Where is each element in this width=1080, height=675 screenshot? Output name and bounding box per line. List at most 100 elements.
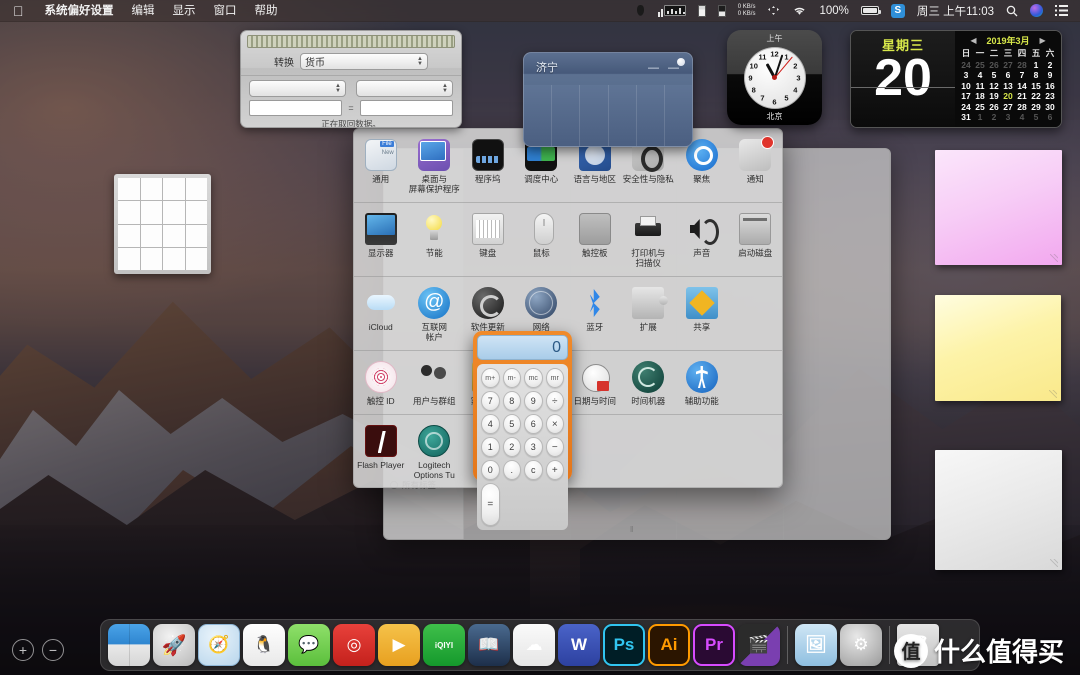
calendar-day-cell[interactable]: 16 [1043, 81, 1057, 92]
calendar-prev-month-button[interactable]: ◀ [970, 36, 976, 45]
sticky-note-yellow[interactable] [935, 295, 1061, 401]
calendar-day-cell[interactable]: 6 [1001, 70, 1015, 81]
sticky-note-resize-corner[interactable] [1050, 254, 1058, 262]
sogou-input-icon[interactable]: S [885, 0, 911, 22]
baidu-netdisk-icon[interactable]: ☁ [513, 624, 555, 666]
pref-pane-sound[interactable]: 声音 [675, 209, 729, 268]
calc-key-5[interactable]: 5 [502, 414, 521, 434]
calc-key-mr[interactable]: mr [545, 368, 564, 388]
calendar-day-cell[interactable]: 8 [1029, 70, 1043, 81]
tile-cell[interactable] [140, 178, 162, 201]
calendar-day-cell[interactable]: 3 [1001, 112, 1015, 123]
kindle-icon[interactable]: 📖 [468, 624, 510, 666]
pref-pane-general[interactable]: 通用 [354, 135, 408, 194]
cpu-meter-icon[interactable] [652, 0, 692, 22]
sticky-note-pink[interactable] [935, 150, 1062, 265]
pref-pane-displays[interactable]: 显示器 [354, 209, 408, 268]
launchpad-icon[interactable]: 🚀 [153, 624, 195, 666]
calendar-day-cell[interactable]: 22 [1029, 91, 1043, 102]
pref-pane-extensions[interactable]: 扩展 [622, 283, 676, 342]
pref-pane-keyboard[interactable]: 键盘 [461, 209, 515, 268]
calendar-day-cell[interactable]: 23 [1043, 91, 1057, 102]
sticky-note-white[interactable] [935, 450, 1062, 570]
calendar-day-cell[interactable]: 24 [959, 60, 973, 71]
tile-cell[interactable] [163, 224, 185, 247]
calendar-day-cell[interactable]: 27 [1001, 60, 1015, 71]
calendar-day-cell[interactable]: 28 [1015, 102, 1029, 113]
wps-office-icon[interactable]: W [558, 624, 600, 666]
calendar-day-cell[interactable]: 14 [1015, 81, 1029, 92]
calculator-keypad[interactable]: m+ m-mc mr 7 8 9 ÷ 4 5 6 × 1 2 3− 0. c + = [477, 364, 568, 530]
finder-icon[interactable] [108, 624, 150, 666]
calc-key-mc[interactable]: mc [524, 368, 543, 388]
calc-key-3[interactable]: 3 [524, 437, 543, 457]
converter-widget[interactable]: 转换 货币 ▲ ▼ ▲ ▼ ▲ ▼ = 正在取回数据。 [240, 30, 462, 128]
search-icon[interactable] [1000, 0, 1024, 22]
converter-to-amount-input[interactable] [359, 100, 454, 116]
pref-pane-desktop-screensaver[interactable]: 桌面与 屏幕保护程序 [408, 135, 462, 194]
calendar-day-cell[interactable]: 28 [1015, 60, 1029, 71]
premiere-pro-icon[interactable]: Pr [693, 624, 735, 666]
menu-item-view[interactable]: 显示 [164, 0, 205, 22]
calc-key-8[interactable]: 8 [502, 391, 521, 411]
finder-resize-grip[interactable]: ‖ [630, 525, 638, 534]
siri-icon[interactable] [1024, 0, 1049, 22]
converter-from-amount-input[interactable] [249, 100, 343, 116]
converter-to-dropdown[interactable]: ▲ ▼ [356, 80, 453, 97]
sticky-note-resize-corner[interactable] [1049, 390, 1057, 398]
pref-pane-logitech-options[interactable]: Logitech Options Tu [408, 421, 462, 480]
tile-cell[interactable] [140, 201, 162, 224]
calendar-day-cell[interactable]: 17 [959, 91, 973, 102]
calendar-day-cell[interactable]: 1 [1029, 60, 1043, 71]
calculator-widget[interactable]: 0 m+ m-mc mr 7 8 9 ÷ 4 5 6 × 1 2 3− 0. c + = [473, 331, 572, 530]
battery-icon[interactable] [855, 0, 885, 22]
dashboard-controls[interactable]: + − [12, 639, 64, 661]
calc-key-c[interactable]: c [524, 460, 543, 480]
calendar-day-cell[interactable]: 29 [1029, 102, 1043, 113]
sticky-note-resize-corner[interactable] [1050, 559, 1058, 567]
pref-pane-dock[interactable]: 程序坞 [461, 135, 515, 194]
calendar-day-cell[interactable]: 30 [1043, 102, 1057, 113]
calc-key-minus[interactable]: − [545, 437, 564, 457]
memory-meter-icon[interactable] [692, 0, 712, 22]
calendar-day-cell[interactable]: 19 [987, 91, 1001, 102]
tile-cell[interactable] [140, 224, 162, 247]
pref-pane-mouse[interactable]: 鼠标 [515, 209, 569, 268]
pref-pane-touch-id[interactable]: 触控 ID [354, 357, 408, 406]
calendar-day-cell[interactable]: 4 [973, 70, 987, 81]
apple-icon[interactable]:  [13, 4, 24, 18]
tile-cell[interactable] [163, 201, 185, 224]
calendar-day-cell[interactable]: 9 [1043, 70, 1057, 81]
calendar-day-cell[interactable]: 25 [973, 60, 987, 71]
pref-pane-accessibility[interactable]: 辅助功能 [675, 357, 729, 406]
tile-cell[interactable] [118, 178, 140, 201]
calc-key-2[interactable]: 2 [502, 437, 521, 457]
menu-item-edit[interactable]: 编辑 [123, 0, 164, 22]
calendar-day-cell[interactable]: 5 [1029, 112, 1043, 123]
pref-pane-startup-disk[interactable]: 启动磁盘 [729, 209, 783, 268]
pref-pane-bluetooth[interactable]: 蓝牙 [568, 283, 622, 342]
pref-pane-notifications[interactable]: 通知 [729, 135, 783, 194]
converter-from-dropdown[interactable]: ▲ ▼ [249, 80, 346, 97]
calc-key-6[interactable]: 6 [524, 414, 543, 434]
calendar-day-cell[interactable]: 26 [987, 102, 1001, 113]
potplayer-icon[interactable]: ▶ [378, 624, 420, 666]
menu-item-window[interactable]: 窗口 [205, 0, 246, 22]
pref-pane-flash-player[interactable]: Flash Player [354, 421, 408, 480]
calendar-day-cell[interactable]: 2 [987, 112, 1001, 123]
calendar-day-cell[interactable]: 24 [959, 102, 973, 113]
pref-pane-trackpad[interactable]: 触控板 [568, 209, 622, 268]
calc-key-decimal[interactable]: . [502, 460, 521, 480]
tile-cell[interactable] [140, 247, 162, 270]
calendar-day-cell[interactable]: 2 [1043, 60, 1057, 71]
battery-percent-label[interactable]: 100% [813, 0, 854, 22]
weather-widget[interactable]: 济宁 — — [523, 52, 693, 147]
illustrator-icon[interactable]: Ai [648, 624, 690, 666]
calc-key-7[interactable]: 7 [481, 391, 500, 411]
calendar-day-cell[interactable]: 31 [959, 112, 973, 123]
safari-icon[interactable]: 🧭 [198, 624, 240, 666]
wifi-icon[interactable] [786, 0, 813, 22]
calendar-next-month-button[interactable]: ▶ [1040, 36, 1046, 45]
dashboard-add-button[interactable]: + [12, 639, 34, 661]
calendar-day-cell[interactable]: 4 [1015, 112, 1029, 123]
